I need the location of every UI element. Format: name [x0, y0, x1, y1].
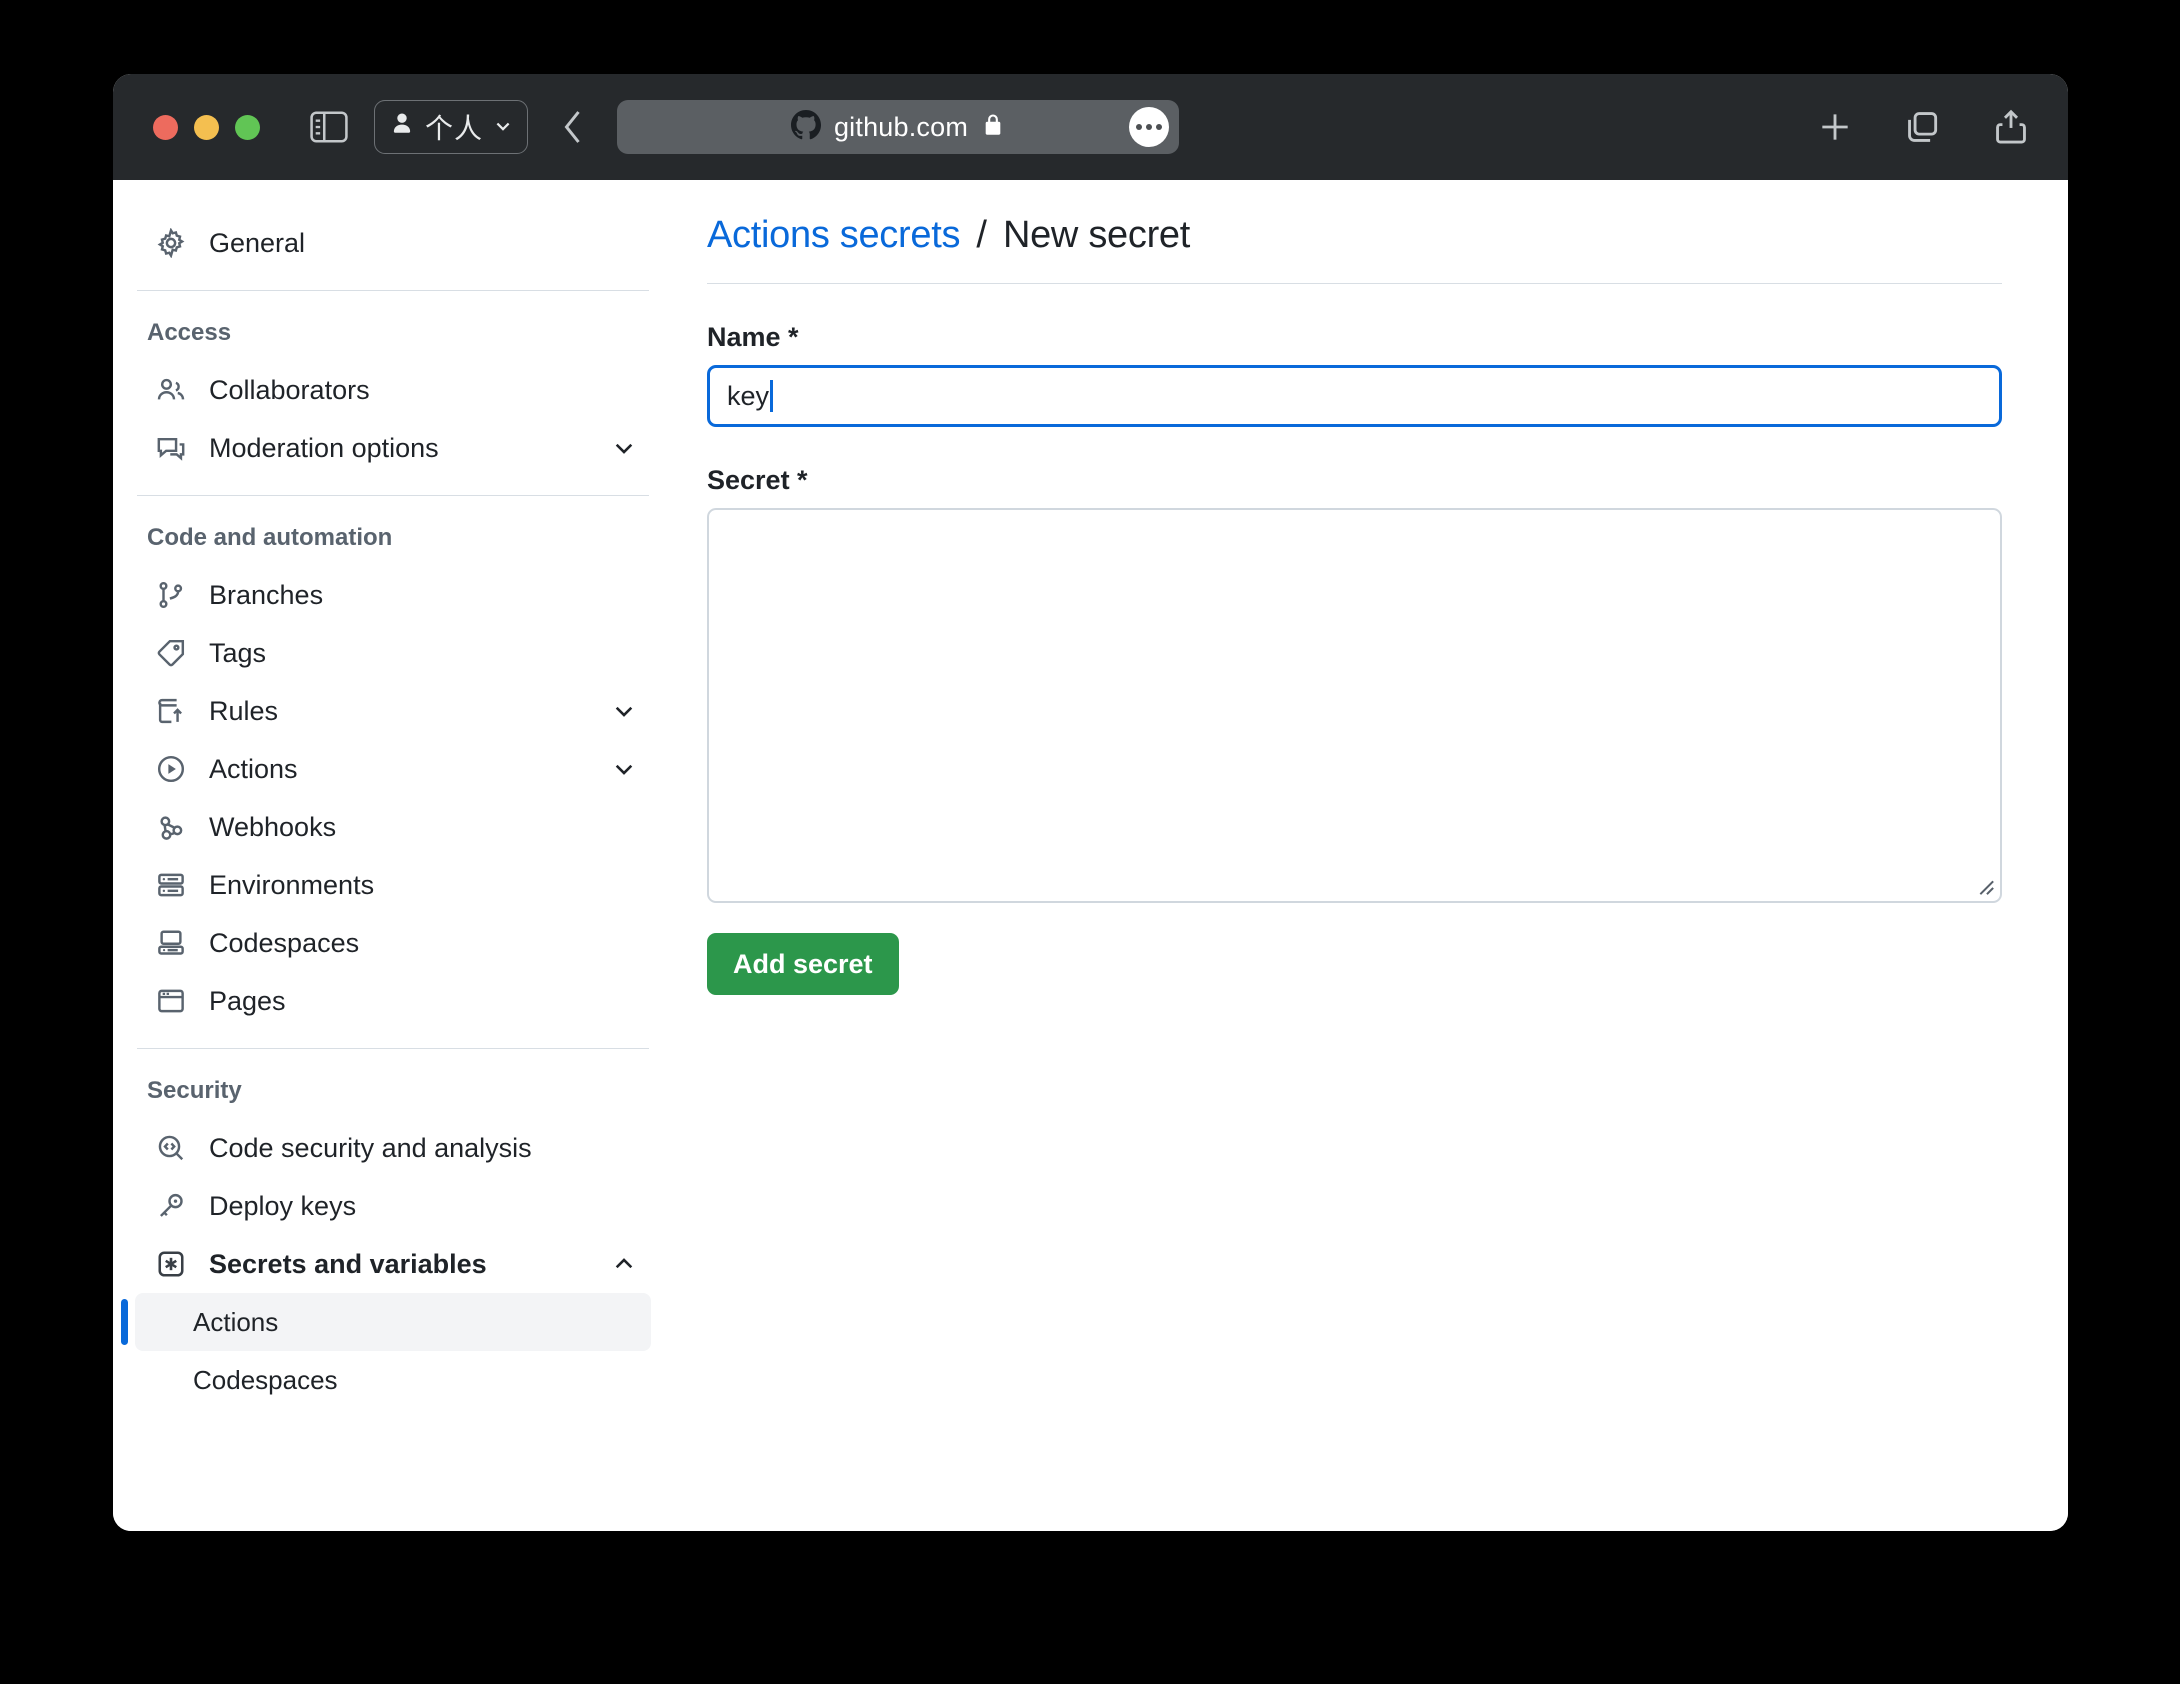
tab-overview-button[interactable]: [1900, 104, 1946, 150]
code-search-icon: [155, 1132, 187, 1164]
breadcrumb-link-actions-secrets[interactable]: Actions secrets: [707, 214, 960, 256]
secret-textarea[interactable]: [707, 508, 2002, 903]
share-button[interactable]: [1988, 104, 2034, 150]
sidebar-item-moderation-options[interactable]: Moderation options: [135, 419, 651, 477]
sidebar-item-branches[interactable]: Branches: [135, 566, 651, 624]
sidebar-item-rules[interactable]: Rules: [135, 682, 651, 740]
desktop-icon: [155, 927, 187, 959]
key-icon: [155, 1190, 187, 1222]
window-traffic-lights: [153, 115, 260, 140]
sidebar-item-label: Code security and analysis: [209, 1133, 637, 1164]
sidebar-group-access: Access Collaborators: [113, 309, 673, 477]
sidebar-divider: [137, 495, 649, 496]
sidebar-item-label: Environments: [209, 870, 637, 901]
sidebar-item-codespaces[interactable]: Codespaces: [135, 914, 651, 972]
sidebar-item-label: Moderation options: [209, 433, 611, 464]
sidebar-group-code-automation: Code and automation Branches: [113, 514, 673, 1030]
sidebar-group-title: Access: [113, 309, 673, 361]
github-octocat-icon: [791, 110, 821, 145]
sidebar-group-security: Security Code security and analysis: [113, 1067, 673, 1409]
rules-book-icon: [155, 695, 187, 727]
page-body: General Access: [113, 180, 2068, 1531]
text-caret: [770, 380, 773, 412]
profile-selector[interactable]: 个人: [374, 100, 528, 154]
chevron-down-icon: [611, 756, 637, 782]
sidebar-item-label: Collaborators: [209, 375, 637, 406]
sidebar-divider: [137, 1048, 649, 1049]
resize-handle-icon[interactable]: [1973, 874, 1995, 896]
name-input-value: key: [727, 381, 769, 412]
sidebar-item-secrets-and-variables[interactable]: Secrets and variables: [135, 1235, 651, 1293]
profile-label: 个人: [425, 107, 483, 147]
page-title: New secret: [1003, 214, 1190, 256]
sidebar-item-actions[interactable]: Actions: [135, 740, 651, 798]
sidebar-item-pages[interactable]: Pages: [135, 972, 651, 1030]
play-circle-icon: [155, 753, 187, 785]
sidebar-item-code-security-and-analysis[interactable]: Code security and analysis: [135, 1119, 651, 1177]
sidebar-group-title: Security: [113, 1067, 673, 1119]
sidebar-item-collaborators[interactable]: Collaborators: [135, 361, 651, 419]
sidebar-subitem-codespaces[interactable]: Codespaces: [135, 1351, 651, 1409]
person-icon: [389, 111, 415, 144]
breadcrumb-separator: /: [976, 214, 986, 256]
name-field-label: Name *: [707, 322, 2002, 353]
server-icon: [155, 869, 187, 901]
sidebar-item-label: Rules: [209, 696, 611, 727]
webhook-icon: [155, 811, 187, 843]
sidebar-item-label: Actions: [209, 754, 611, 785]
sidebar-item-environments[interactable]: Environments: [135, 856, 651, 914]
comment-discussion-icon: [155, 432, 187, 464]
browser-toolbar: 个人 github.com: [113, 74, 2068, 180]
new-tab-button[interactable]: [1812, 104, 1858, 150]
sidebar-item-general[interactable]: General: [135, 214, 651, 272]
chevron-down-icon: [493, 112, 513, 143]
sidebar-item-label: Pages: [209, 986, 637, 1017]
sidebar-item-label: Branches: [209, 580, 637, 611]
close-window-button[interactable]: [153, 115, 178, 140]
chevron-up-icon: [611, 1251, 637, 1277]
more-ellipsis-icon[interactable]: [1129, 107, 1169, 147]
chevron-down-icon: [611, 698, 637, 724]
git-branch-icon: [155, 579, 187, 611]
toolbar-right-buttons: [1812, 74, 2034, 180]
settings-sidebar: General Access: [113, 180, 673, 1531]
minimize-window-button[interactable]: [194, 115, 219, 140]
gear-icon: [155, 227, 187, 259]
sidebar-top-section: General: [113, 214, 673, 272]
secret-field-label: Secret *: [707, 465, 2002, 496]
name-input[interactable]: key: [707, 365, 2002, 427]
asterisk-square-icon: [155, 1248, 187, 1280]
browser-window: 个人 github.com: [113, 74, 2068, 1531]
sidebar-item-label: Secrets and variables: [209, 1249, 611, 1280]
sidebar-item-label: Webhooks: [209, 812, 637, 843]
tag-icon: [155, 637, 187, 669]
back-button[interactable]: [552, 105, 596, 149]
add-secret-button[interactable]: Add secret: [707, 933, 899, 995]
address-bar[interactable]: github.com: [617, 100, 1179, 154]
sidebar-item-tags[interactable]: Tags: [135, 624, 651, 682]
sidebar-item-label: Codespaces: [209, 928, 637, 959]
sidebar-item-label: Deploy keys: [209, 1191, 637, 1222]
breadcrumb: Actions secrets / New secret: [707, 214, 2002, 284]
sidebar-item-webhooks[interactable]: Webhooks: [135, 798, 651, 856]
url-text: github.com: [834, 112, 968, 143]
sidebar-divider: [137, 290, 649, 291]
main-content: Actions secrets / New secret Name * key …: [673, 180, 2068, 1531]
people-icon: [155, 374, 187, 406]
sidebar-item-deploy-keys[interactable]: Deploy keys: [135, 1177, 651, 1235]
sidebar-subitem-label: Actions: [193, 1307, 278, 1338]
sidebar-item-label: General: [209, 228, 637, 259]
lock-icon: [981, 112, 1005, 143]
sidebar-group-title: Code and automation: [113, 514, 673, 566]
sidebar-subitem-label: Codespaces: [193, 1365, 338, 1396]
sidebar-subitem-actions[interactable]: Actions: [135, 1293, 651, 1351]
sidebar-toggle-icon[interactable]: [306, 104, 352, 150]
maximize-window-button[interactable]: [235, 115, 260, 140]
chevron-down-icon: [611, 435, 637, 461]
browser-window-icon: [155, 985, 187, 1017]
sidebar-item-label: Tags: [209, 638, 637, 669]
